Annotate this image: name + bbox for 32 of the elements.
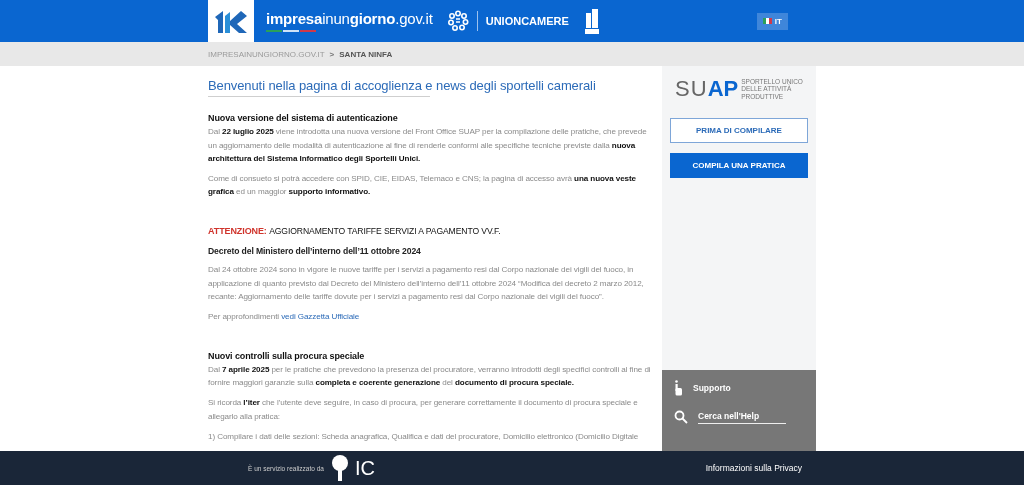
news-subtitle: Decreto del Ministero dell’interno dell’11 ottobre 2024 <box>208 245 422 259</box>
wreath-icon <box>446 10 469 32</box>
news-paragraph: Dal 24 ottobre 2024 sono in vigore le nuove tariffe per i servizi a pagamento resi dal Corpo nazionale dei vigili del fuoco, in applicazione di quanto previsto dal Decreto del Ministero dell’interno dell’11 ottobre 2024 “Modifica del decreto 2 marzo 2012, recante: Aggiornamento delle tariffe dovute per i servizi a pagamento resi dal Corpo nazionale dei vigili del fuoco”. <box>208 264 645 303</box>
news-paragraph: Come di consueto si potrà accedere con SPID, CIE, EIDAS, Telemaco e CNS; la pagina di accesso avrà una nuova veste grafica ed un maggior supporto informativo. <box>208 173 637 199</box>
pointing-hand-icon <box>674 380 683 396</box>
building-icon <box>582 7 601 35</box>
news-paragraph: Per approfondimenti vedi Gazzetta Ufficiale <box>208 311 361 324</box>
suap-logo-text: SU <box>675 76 708 101</box>
news-paragraph: Dal 22 luglio 2025 viene introdotta una nuova versione del Front Office SUAP per la compilazione delle pratiche, che prevede un aggiornamento delle modalità di autenticazione al fine di renderle conformi alle specifiche tecniche previste dalla nuova architettura del Sistema Informatico degli Sportelli Unici. <box>208 126 648 165</box>
tricolor-underline-icon <box>266 30 316 32</box>
news-paragraph: Dal 7 aprile 2025 per le pratiche che prevedono la presenza del procuratore, verranno introdotti degli specifici controlli al fine di fornire maggiori garanzie sulla completa e coerente generazione del documento di procura speciale. <box>208 363 652 390</box>
suap-logo-accent: AP <box>707 76 739 101</box>
flag-icon <box>762 18 772 24</box>
partner-name[interactable]: UNIONCAMERE <box>485 15 569 27</box>
attention-label: ATTENZIONE: <box>208 225 267 236</box>
news-title: AGGIORNAMENTO TARIFFE SERVIZI A PAGAMENTO VV.F. <box>269 225 501 236</box>
provider-logo-text: IC <box>354 456 375 480</box>
info-button[interactable]: PRIMA DI COMPILARE <box>670 118 808 143</box>
news-title: Nuova versione del sistema di autenticazione <box>208 112 399 125</box>
support-link[interactable]: Supporto <box>693 383 731 393</box>
compile-button[interactable]: COMPILA UNA PRATICA <box>670 153 808 178</box>
privacy-link[interactable]: Informazioni sulla Privacy <box>705 463 802 473</box>
help-search-field[interactable]: Cerca nell'Help <box>698 409 786 424</box>
page-title: Benvenuti nella pagina di accoglienza e news degli sportelli camerali <box>208 78 597 94</box>
news-paragraph: 1) Compilare i dati delle sezioni: Scheda anagrafica, Qualifica e dati del procuratore, Domicilio elettronico (Domicilio Digitale <box>208 431 640 444</box>
news-paragraph: Si ricorda l’iter che l’utente deve seguire, in caso di procura, per generare correttamente il documento di procura speciale e allegarlo alla pratica: <box>208 397 639 423</box>
gazzetta-link[interactable]: vedi Gazzetta Ufficiale <box>281 312 360 322</box>
site-name[interactable]: impresainungiorno.gov.it <box>266 10 433 27</box>
language-button[interactable]: IT <box>756 12 788 30</box>
news-title: Nuovi controlli sulla procura speciale <box>208 349 366 363</box>
search-icon <box>674 409 688 424</box>
breadcrumb-separator: > <box>329 49 335 59</box>
